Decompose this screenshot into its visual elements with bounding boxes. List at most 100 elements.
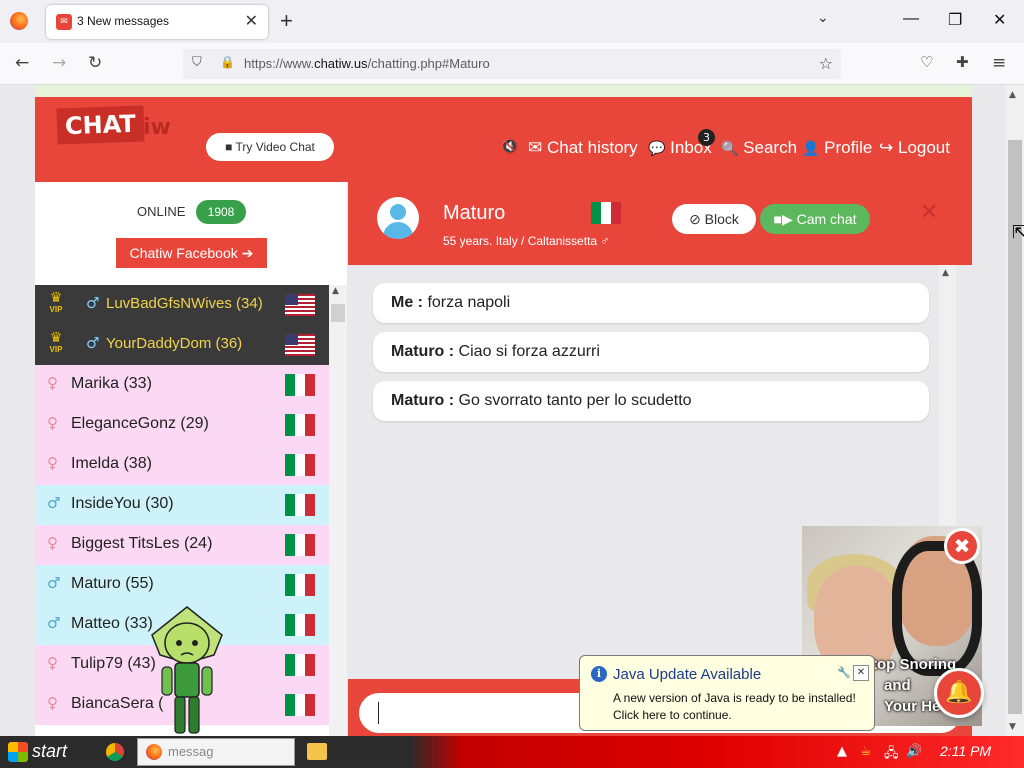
male-icon: ♂ [47, 614, 61, 632]
logo-main-text: CHAT [56, 105, 145, 145]
bookmark-star-icon[interactable]: ☆ [819, 54, 833, 73]
page-scroll-up-icon[interactable]: ▲ [1009, 90, 1016, 100]
user-name: Tulip79 (43) [71, 655, 156, 672]
lock-icon[interactable]: 🔒 [220, 55, 235, 69]
female-icon: ♀ [47, 534, 58, 552]
italy-flag-icon [285, 614, 315, 636]
balloon-close-icon[interactable]: ✕ [853, 665, 869, 681]
tracking-shield-icon[interactable]: ⛉ [192, 55, 202, 70]
male-icon: ♂ [86, 294, 100, 312]
browser-tab-active[interactable]: ✉ 3 New messages ✕ [46, 5, 268, 39]
chatiw-logo[interactable]: CHAT iw [56, 105, 171, 151]
usa-flag-icon [285, 294, 315, 316]
firefox-menu-icon[interactable] [10, 12, 28, 30]
firefox-icon [146, 744, 162, 760]
reload-icon[interactable]: ↻ [88, 53, 102, 73]
notification-bell-icon[interactable]: 🔔 [934, 668, 984, 718]
page-scroll-down-icon[interactable]: ▼ [1009, 722, 1016, 732]
maximize-icon[interactable]: ❐ [948, 10, 962, 30]
tab-title: 3 New messages [77, 14, 170, 28]
user-list-item[interactable]: ♛ VIP ♂ LuvBadGfsNWives (34) [35, 285, 329, 325]
user-list-item[interactable]: ♂ Maturo (55) [35, 565, 329, 605]
chrome-icon[interactable] [106, 743, 124, 761]
avatar-head [390, 204, 406, 220]
close-chat-icon[interactable]: ✕ [920, 200, 938, 225]
pocket-icon[interactable]: ♡ [920, 53, 933, 71]
browser-navbar: ← → ↻ ⛉ 🔒 https://www.chatiw.us/chatting… [0, 43, 1024, 85]
nav-chat-history[interactable]: ✉ Chat history [528, 138, 638, 158]
tray-expand-icon[interactable]: ▲ [837, 744, 847, 759]
user-list-scrollbar[interactable] [329, 285, 347, 736]
url-text[interactable]: https://www.chatiw.us/chatting.php#Matur… [244, 56, 490, 71]
ad-close-icon[interactable]: ✖ [944, 528, 980, 564]
search-icon: 🔍 [721, 140, 739, 156]
volume-icon[interactable]: 🔊 [906, 744, 922, 759]
new-tab-icon[interactable]: + [280, 8, 293, 34]
java-tray-icon[interactable]: ☕ [860, 744, 872, 759]
comment-icon: 💬 [648, 140, 666, 156]
user-name: InsideYou (30) [71, 495, 174, 512]
user-list-item[interactable]: ♀ Biggest TitsLes (24) [35, 525, 329, 565]
chat-message: Me : forza napoli [373, 283, 929, 323]
chat-header: Maturo 55 years. Italy / Caltanissetta ♂… [348, 182, 972, 265]
try-video-chat-button[interactable]: ■ Try Video Chat [206, 133, 334, 161]
partner-name[interactable]: Maturo [443, 202, 505, 225]
user-list-item[interactable]: ♀ Marika (33) [35, 365, 329, 405]
male-icon: ♂ [47, 574, 61, 592]
user-list-item[interactable]: ♂ InsideYou (30) [35, 485, 329, 525]
text-caret [378, 702, 379, 724]
mouse-cursor-icon: ⇱ [1012, 222, 1024, 243]
vip-crown-icon: ♛ VIP [49, 330, 63, 354]
user-name: Imelda (38) [71, 455, 152, 472]
scroll-up-icon[interactable]: ▲ [332, 286, 339, 296]
block-button[interactable]: ⊘ Block [672, 204, 756, 234]
user-name: LuvBadGfsNWives (34) [106, 295, 263, 312]
partner-avatar[interactable] [377, 197, 419, 239]
user-list-item[interactable]: ♀ EleganceGonz (29) [35, 405, 329, 445]
user-name: Maturo (55) [71, 575, 154, 592]
tab-close-icon[interactable]: ✕ [245, 11, 258, 30]
user-list-item[interactable]: ♀ Imelda (38) [35, 445, 329, 485]
italy-flag-icon [285, 534, 315, 556]
java-update-balloon[interactable]: i Java Update Available 🔧 ✕ A new versio… [579, 655, 875, 731]
folder-icon[interactable] [307, 743, 327, 760]
nav-profile[interactable]: 👤 Profile [802, 138, 872, 158]
forward-icon[interactable]: → [52, 53, 66, 73]
url-bar[interactable]: ⛉ 🔒 https://www.chatiw.us/chatting.php#M… [183, 49, 841, 79]
list-all-tabs-icon[interactable]: ⌄ [817, 10, 829, 26]
extensions-icon[interactable]: ✚ [956, 53, 969, 71]
balloon-text[interactable]: A new version of Java is ready to be ins… [613, 690, 873, 724]
chatiw-facebook-button[interactable]: Chatiw Facebook ➔ [116, 238, 267, 268]
italy-flag-icon [285, 454, 315, 476]
back-icon[interactable]: ← [15, 53, 29, 73]
italy-flag-icon [285, 414, 315, 436]
male-icon: ♂ [86, 334, 100, 352]
close-window-icon[interactable]: ✕ [993, 10, 1006, 30]
balloon-title: Java Update Available [613, 666, 762, 683]
inbox-count-badge: 3 [698, 129, 715, 146]
mute-icon[interactable]: 🔇 [501, 138, 518, 155]
chat-scroll-up-icon[interactable]: ▲ [942, 268, 949, 278]
user-list-item[interactable]: ♛ VIP ♂ YourDaddyDom (36) [35, 325, 329, 365]
envelope-icon: ✉ [528, 138, 543, 157]
chat-message: Maturo : Go svorrato tanto per lo scudet… [373, 381, 929, 421]
chat-message: Maturo : Ciao si forza azzurri [373, 332, 929, 372]
nav-logout[interactable]: ↪ Logout [879, 138, 950, 158]
user-list-scroll-thumb[interactable] [331, 304, 345, 322]
logo-sub-text: iw [143, 115, 171, 140]
cam-chat-button[interactable]: ■▶ Cam chat [760, 204, 870, 234]
minimize-icon[interactable]: — [903, 10, 919, 28]
taskbar-firefox-task[interactable]: messag [137, 738, 295, 766]
wrench-icon: 🔧 [837, 667, 851, 679]
female-icon: ♀ [47, 694, 58, 712]
taskbar-clock: 2:11 PM [940, 743, 992, 759]
site-header: CHAT iw ■ Try Video Chat 🔇 ✉ Chat histor… [35, 97, 972, 182]
browser-tabbar: ✉ 3 New messages ✕ + ⌄ — ❐ ✕ [0, 0, 1024, 43]
start-button[interactable]: start [0, 736, 96, 768]
app-menu-icon[interactable]: ≡ [992, 53, 1006, 73]
user-name: Biggest TitsLes (24) [71, 535, 213, 552]
user-name: EleganceGonz (29) [71, 415, 209, 432]
network-icon[interactable]: 🖧 [884, 744, 899, 766]
user-name: Marika (33) [71, 375, 152, 392]
nav-search[interactable]: 🔍 Search [721, 138, 797, 158]
